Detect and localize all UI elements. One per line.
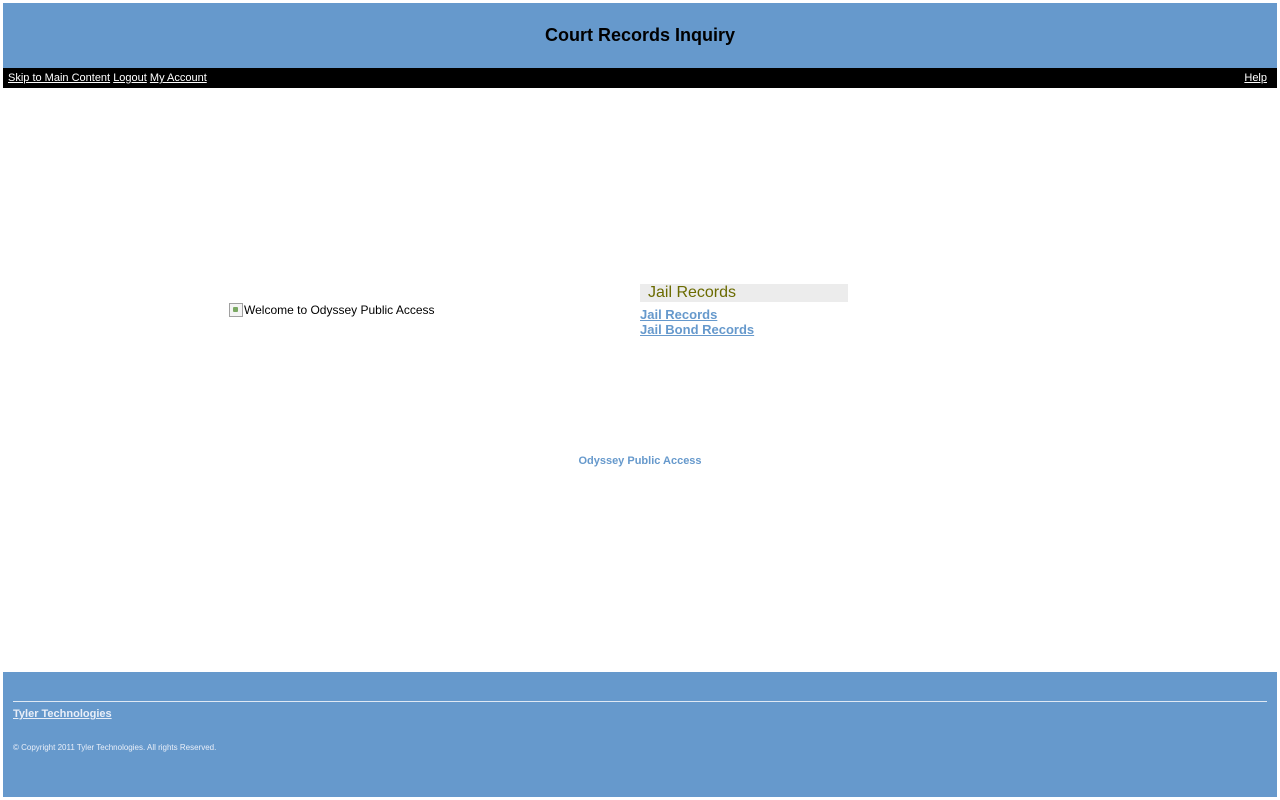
jail-records-heading: Jail Records xyxy=(640,284,848,302)
page-header: Court Records Inquiry xyxy=(3,3,1277,68)
page-title: Court Records Inquiry xyxy=(544,25,736,45)
help-link[interactable]: Help xyxy=(1244,72,1267,84)
footer-divider xyxy=(13,701,1267,702)
jail-records-section: Jail Records Jail Records Jail Bond Reco… xyxy=(640,284,848,337)
page-frame: Court Records Inquiry Skip to Main Conte… xyxy=(3,3,1277,797)
copyright-text: © Copyright 2011 Tyler Technologies. All… xyxy=(13,743,217,752)
logout-link[interactable]: Logout xyxy=(113,72,147,84)
top-navbar: Skip to Main Content Logout My Account H… xyxy=(3,68,1277,88)
skip-to-main-content-link[interactable]: Skip to Main Content xyxy=(8,72,110,84)
jail-records-link[interactable]: Jail Records xyxy=(640,307,848,322)
jail-bond-records-link[interactable]: Jail Bond Records xyxy=(640,322,848,337)
my-account-link[interactable]: My Account xyxy=(150,72,207,84)
nav-right-group: Help xyxy=(1244,72,1267,84)
nav-left-group: Skip to Main Content Logout My Account xyxy=(8,72,207,84)
welcome-image: Welcome to Odyssey Public Access xyxy=(229,303,435,317)
welcome-image-alt-text: Welcome to Odyssey Public Access xyxy=(244,303,435,317)
product-title: Odyssey Public Access xyxy=(578,455,702,467)
tyler-technologies-link[interactable]: Tyler Technologies xyxy=(13,708,112,721)
page-footer: Tyler Technologies © Copyright 2011 Tyle… xyxy=(3,672,1277,797)
broken-image-icon xyxy=(229,303,243,317)
jail-records-link-list: Jail Records Jail Bond Records xyxy=(640,307,848,337)
